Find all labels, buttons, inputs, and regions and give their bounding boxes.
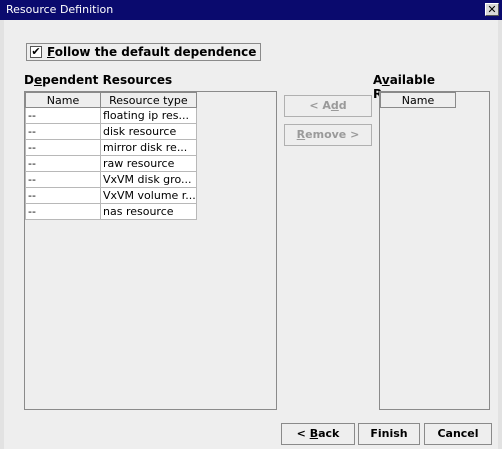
cell-resource-type: nas resource bbox=[100, 203, 197, 220]
column-header-name[interactable]: Name bbox=[25, 92, 101, 108]
dependent-resources-grid: Name Resource type -- floating ip res... -… bbox=[25, 92, 197, 220]
checkbox-check-icon[interactable]: ✔ bbox=[30, 46, 42, 58]
table-row[interactable]: -- disk resource bbox=[25, 123, 197, 140]
column-header-name[interactable]: Name bbox=[380, 92, 456, 108]
cell-resource-type: VxVM disk gro... bbox=[100, 171, 197, 188]
column-header-resource-type[interactable]: Resource type bbox=[100, 92, 197, 108]
back-button[interactable]: < Back bbox=[281, 423, 355, 445]
cancel-button[interactable]: Cancel bbox=[424, 423, 492, 445]
dependent-resources-header: Dependent Resources bbox=[24, 73, 173, 87]
table-row[interactable]: -- nas resource bbox=[25, 203, 197, 220]
cell-name: -- bbox=[25, 107, 101, 124]
table-row[interactable]: -- VxVM volume r... bbox=[25, 187, 197, 204]
cell-resource-type: floating ip res... bbox=[100, 107, 197, 124]
finish-button[interactable]: Finish bbox=[358, 423, 420, 445]
add-button[interactable]: < Add bbox=[284, 95, 372, 117]
table-row[interactable]: -- VxVM disk gro... bbox=[25, 171, 197, 188]
cell-resource-type: mirror disk re... bbox=[100, 139, 197, 156]
cell-name: -- bbox=[25, 203, 101, 220]
available-resources-table[interactable]: Name bbox=[379, 91, 490, 410]
cell-resource-type: raw resource bbox=[100, 155, 197, 172]
cell-resource-type: VxVM volume r... bbox=[100, 187, 197, 204]
title-bar: Resource Definition ✕ bbox=[0, 0, 502, 20]
cell-name: -- bbox=[25, 123, 101, 140]
cell-name: -- bbox=[25, 155, 101, 172]
cell-name: -- bbox=[25, 139, 101, 156]
window-title: Resource Definition bbox=[6, 3, 114, 16]
cell-resource-type: disk resource bbox=[100, 123, 197, 140]
close-icon[interactable]: ✕ bbox=[485, 3, 499, 16]
table-row[interactable]: -- floating ip res... bbox=[25, 107, 197, 124]
cell-name: -- bbox=[25, 171, 101, 188]
cell-name: -- bbox=[25, 187, 101, 204]
table-row[interactable]: -- raw resource bbox=[25, 155, 197, 172]
dependent-resources-table[interactable]: Name Resource type -- floating ip res... -… bbox=[24, 91, 277, 410]
table-row[interactable]: -- mirror disk re... bbox=[25, 139, 197, 156]
remove-button[interactable]: Remove > bbox=[284, 124, 372, 146]
follow-default-label: Follow the default dependence bbox=[47, 45, 257, 59]
window-frame-left bbox=[0, 20, 4, 449]
available-resources-grid: Name bbox=[380, 92, 456, 108]
follow-default-checkbox[interactable]: ✔ Follow the default dependence bbox=[26, 43, 262, 61]
